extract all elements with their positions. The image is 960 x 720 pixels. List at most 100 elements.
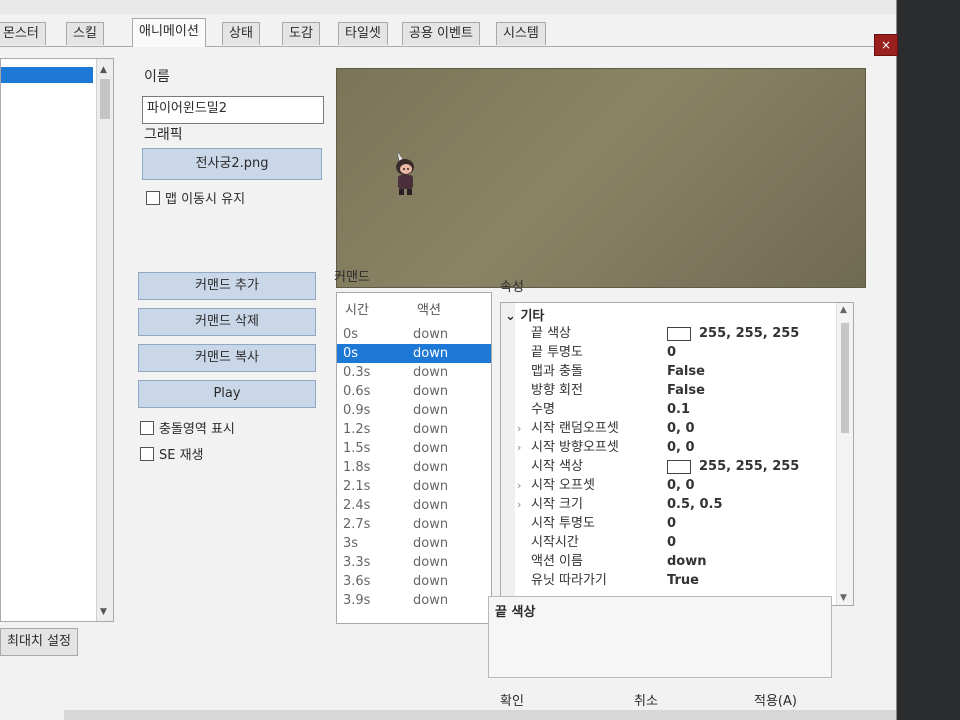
- command-row[interactable]: 1.2s down: [337, 420, 491, 439]
- property-row[interactable]: 끝 색상 255, 255, 255: [501, 325, 837, 343]
- command-row[interactable]: 0s down: [337, 325, 491, 344]
- property-row[interactable]: 시작 투명도 0: [501, 515, 837, 533]
- property-value[interactable]: 255, 255, 255: [667, 325, 799, 343]
- property-row[interactable]: › 시작 방향오프셋 0, 0: [501, 439, 837, 457]
- name-input[interactable]: 파이어윈드밀2: [142, 96, 324, 124]
- tab-collection[interactable]: 도감: [282, 22, 320, 45]
- chevron-down-icon[interactable]: ⌄: [505, 309, 516, 324]
- checkbox-box[interactable]: [146, 190, 160, 205]
- property-value[interactable]: 0, 0: [667, 420, 695, 438]
- scroll-down-icon[interactable]: ▼: [100, 607, 107, 617]
- add-command-button[interactable]: 커맨드 추가: [138, 272, 316, 300]
- property-value[interactable]: 0: [667, 344, 676, 362]
- command-row[interactable]: 0s down: [337, 344, 491, 363]
- property-value-text: False: [667, 364, 705, 379]
- command-row[interactable]: 1.5s down: [337, 439, 491, 458]
- property-row[interactable]: 방향 회전 False: [501, 382, 837, 400]
- property-value[interactable]: 0: [667, 515, 676, 533]
- tab-system[interactable]: 시스템: [496, 22, 546, 45]
- property-category[interactable]: ⌄ 기타: [505, 305, 544, 324]
- keep-on-move-label: 맵 이동시 유지: [165, 192, 246, 207]
- cancel-button[interactable]: 취소: [634, 690, 658, 709]
- expand-icon[interactable]: ›: [517, 477, 521, 495]
- property-value[interactable]: 0, 0: [667, 477, 695, 495]
- property-row[interactable]: › 시작 오프셋 0, 0: [501, 477, 837, 495]
- property-value[interactable]: False: [667, 363, 705, 381]
- command-row[interactable]: 3.9s down: [337, 591, 491, 610]
- command-time: 0s: [343, 327, 359, 342]
- command-row[interactable]: 0.3s down: [337, 363, 491, 382]
- property-value[interactable]: False: [667, 382, 705, 400]
- command-row[interactable]: 3.6s down: [337, 572, 491, 591]
- command-row[interactable]: 0.9s down: [337, 401, 491, 420]
- show-collision-checkbox[interactable]: 충돌영역 표시: [140, 418, 235, 437]
- command-row[interactable]: 1.8s down: [337, 458, 491, 477]
- property-value[interactable]: True: [667, 572, 699, 590]
- scroll-thumb[interactable]: [100, 79, 110, 119]
- scroll-up-icon[interactable]: ▲: [100, 65, 107, 75]
- property-value[interactable]: 0.1: [667, 401, 690, 419]
- apply-button[interactable]: 적용(A): [754, 690, 797, 709]
- property-row[interactable]: 끝 투명도 0: [501, 344, 837, 362]
- checkbox-box[interactable]: [140, 420, 154, 435]
- expand-icon[interactable]: ›: [517, 496, 521, 514]
- property-value-text: 0, 0: [667, 440, 695, 455]
- tab-common-event[interactable]: 공용 이벤트: [402, 22, 480, 45]
- keep-on-move-checkbox[interactable]: 맵 이동시 유지: [146, 188, 245, 207]
- play-se-checkbox[interactable]: SE 재생: [140, 444, 204, 463]
- property-value[interactable]: 0, 0: [667, 439, 695, 457]
- property-row[interactable]: 맵과 충돌 False: [501, 363, 837, 381]
- color-swatch[interactable]: [667, 326, 691, 341]
- property-row[interactable]: › 시작 랜덤오프셋 0, 0: [501, 420, 837, 438]
- close-button[interactable]: ×: [874, 34, 898, 56]
- property-name: 액션 이름: [531, 554, 583, 569]
- ok-button[interactable]: 확인: [500, 690, 524, 709]
- scroll-down-icon[interactable]: ▼: [840, 593, 847, 603]
- scroll-thumb[interactable]: [841, 323, 849, 433]
- property-value[interactable]: 0.5, 0.5: [667, 496, 723, 514]
- property-value-text: 255, 255, 255: [699, 326, 800, 341]
- property-row[interactable]: 수명 0.1: [501, 401, 837, 419]
- property-row[interactable]: › 시작 크기 0.5, 0.5: [501, 496, 837, 514]
- tab-skill[interactable]: 스킬: [66, 22, 104, 45]
- property-row[interactable]: 유닛 따라가기 True: [501, 572, 837, 590]
- copy-command-button[interactable]: 커맨드 복사: [138, 344, 316, 372]
- scroll-up-icon[interactable]: ▲: [840, 305, 847, 315]
- list-selected-item[interactable]: [1, 67, 93, 83]
- tab-monster[interactable]: 몬스터: [0, 22, 46, 45]
- col-action-header[interactable]: 액션: [417, 299, 441, 318]
- expand-icon[interactable]: ›: [517, 439, 521, 457]
- list-scrollbar[interactable]: ▲ ▼: [96, 59, 113, 621]
- col-time-header[interactable]: 시간: [345, 299, 369, 318]
- command-row[interactable]: 2.7s down: [337, 515, 491, 534]
- tab-state[interactable]: 상태: [222, 22, 260, 45]
- property-row[interactable]: 시작 색상 255, 255, 255: [501, 458, 837, 476]
- property-value[interactable]: down: [667, 553, 707, 571]
- property-row[interactable]: 액션 이름 down: [501, 553, 837, 571]
- name-label: 이름: [144, 69, 170, 85]
- max-setting-button[interactable]: 최대치 설정: [0, 628, 78, 656]
- command-row[interactable]: 2.1s down: [337, 477, 491, 496]
- command-time: 3.6s: [343, 574, 371, 589]
- property-row[interactable]: 시작시간 0: [501, 534, 837, 552]
- command-row[interactable]: 0.6s down: [337, 382, 491, 401]
- command-list[interactable]: 시간 액션 0s down 0s down 0.3s down 0.6s down 0.9s do…: [336, 292, 492, 624]
- property-scrollbar[interactable]: ▲ ▼: [836, 303, 853, 605]
- command-row[interactable]: 3s down: [337, 534, 491, 553]
- graphic-select-button[interactable]: 전사궁2.png: [142, 148, 322, 180]
- delete-command-button[interactable]: 커맨드 삭제: [138, 308, 316, 336]
- command-action: down: [413, 346, 449, 361]
- checkbox-box[interactable]: [140, 446, 154, 461]
- play-button[interactable]: Play: [138, 380, 316, 408]
- color-swatch[interactable]: [667, 459, 691, 474]
- animation-preview[interactable]: [336, 68, 866, 288]
- property-value[interactable]: 0: [667, 534, 676, 552]
- property-grid[interactable]: ⌄ 기타 끝 색상 255, 255, 255 끝 투명도 0 맵과 충돌 False 방향…: [500, 302, 854, 606]
- tab-animation[interactable]: 애니메이션: [132, 18, 206, 47]
- expand-icon[interactable]: ›: [517, 420, 521, 438]
- command-row[interactable]: 3.3s down: [337, 553, 491, 572]
- property-value[interactable]: 255, 255, 255: [667, 458, 799, 476]
- tab-tileset[interactable]: 타일셋: [338, 22, 388, 45]
- animation-list[interactable]: ▲ ▼: [0, 58, 114, 622]
- command-row[interactable]: 2.4s down: [337, 496, 491, 515]
